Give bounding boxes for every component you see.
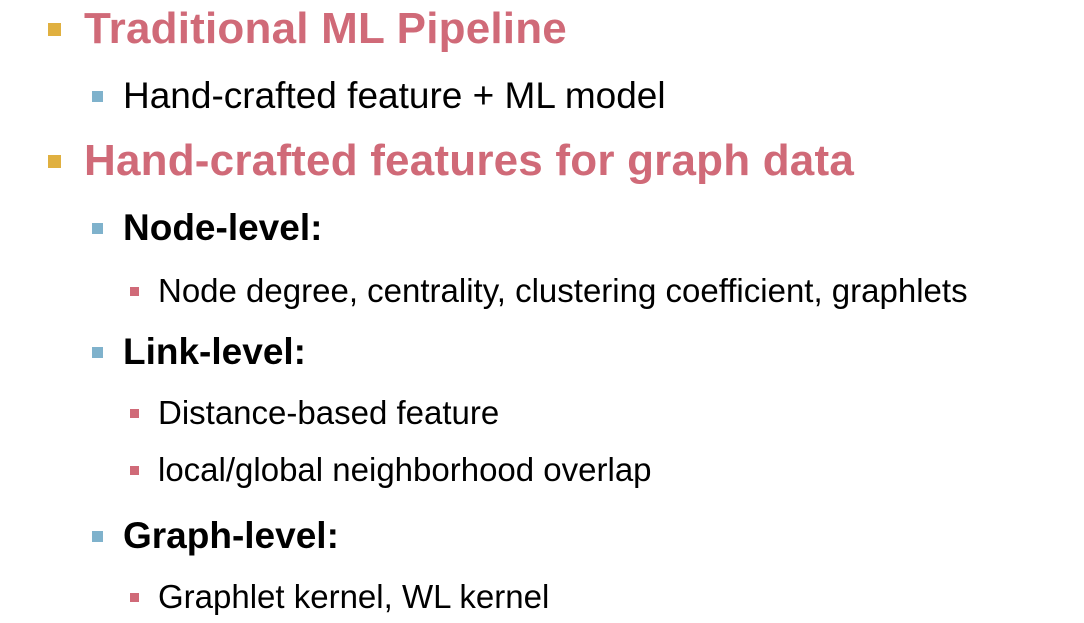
bullet-text: Node degree, centrality, clustering coef… [158, 272, 968, 309]
bullet-item-level2: Link-level: [92, 331, 306, 373]
bullet-item-level2: Graph-level: [92, 515, 339, 557]
square-bullet-icon [130, 592, 139, 602]
square-bullet-icon [92, 90, 103, 102]
square-bullet-icon [92, 530, 103, 542]
subheading-node-level: Node-level: [123, 207, 323, 248]
square-bullet-icon [130, 286, 139, 296]
bullet-text: Graphlet kernel, WL kernel [158, 578, 550, 615]
bullet-item-level3: local/global neighborhood overlap [130, 451, 652, 489]
subheading-graph-level: Graph-level: [123, 515, 339, 556]
bullet-item-level1: Traditional ML Pipeline [48, 4, 567, 54]
bullet-item-level3: Graphlet kernel, WL kernel [130, 578, 549, 616]
bullet-text: Hand-crafted feature + ML model [123, 75, 666, 116]
bullet-text: local/global neighborhood overlap [158, 451, 652, 488]
square-bullet-icon [92, 346, 103, 358]
square-bullet-icon [130, 408, 139, 418]
subheading-link-level: Link-level: [123, 331, 306, 372]
bullet-item-level3: Distance-based feature [130, 394, 499, 432]
heading-hand-crafted-features: Hand-crafted features for graph data [84, 136, 855, 185]
slide: Traditional ML Pipeline Hand-crafted fea… [0, 0, 1084, 623]
square-bullet-icon [48, 154, 61, 168]
square-bullet-icon [92, 222, 103, 234]
bullet-item-level2: Hand-crafted feature + ML model [92, 75, 666, 117]
square-bullet-icon [130, 465, 139, 475]
bullet-item-level3: Node degree, centrality, clustering coef… [130, 272, 968, 310]
bullet-item-level1: Hand-crafted features for graph data [48, 136, 854, 186]
heading-traditional-ml-pipeline: Traditional ML Pipeline [84, 4, 567, 53]
bullet-item-level2: Node-level: [92, 207, 322, 249]
square-bullet-icon [48, 22, 61, 36]
bullet-text: Distance-based feature [158, 394, 500, 431]
